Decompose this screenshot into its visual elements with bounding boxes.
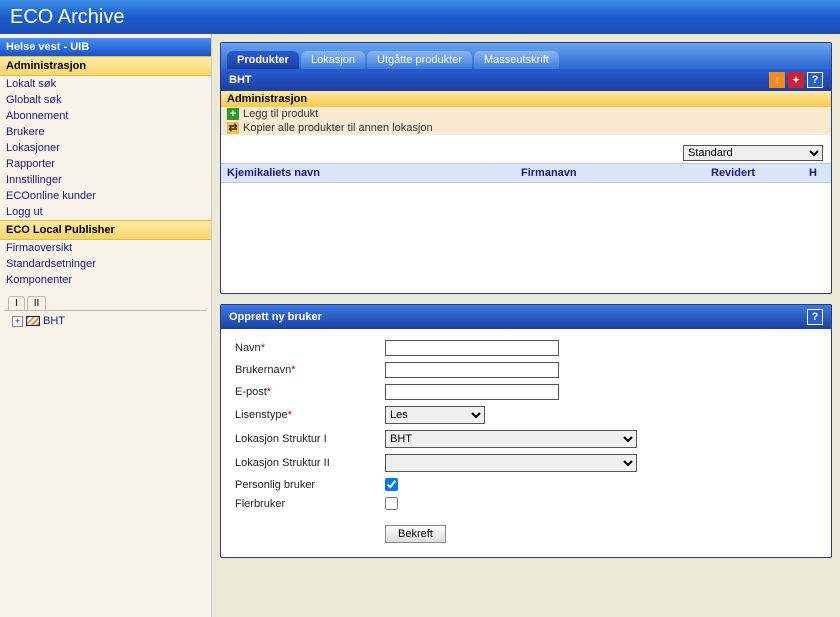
required-mark: * <box>288 409 292 421</box>
sidebar-item[interactable]: Komponenter <box>0 272 211 288</box>
sidebar-item[interactable]: Standardsetninger <box>0 256 211 272</box>
required-mark: * <box>261 342 265 354</box>
personlig-checkbox[interactable] <box>385 478 398 491</box>
app-title: ECO Archive <box>10 6 124 29</box>
help-icon[interactable]: ? <box>807 309 823 325</box>
label-navn: Navn <box>235 342 261 354</box>
tab-lokasjon[interactable]: Lokasjon <box>301 51 365 69</box>
tree-node-label: BHT <box>43 315 65 327</box>
sidebar-section-admin: Administrasjon <box>0 56 211 76</box>
sidebar-item[interactable]: Globalt søk <box>0 92 211 108</box>
create-user-panel: Opprett ny bruker ? Navn* Brukernavn* E-… <box>220 304 832 558</box>
sidebar-item[interactable]: Lokalt søk <box>0 76 211 92</box>
sidebar-item[interactable]: Rapporter <box>0 156 211 172</box>
tab-masseutskrift[interactable]: Masseutskrift <box>474 51 559 69</box>
sidebar-item[interactable]: Innstillinger <box>0 172 211 188</box>
lisenstype-select[interactable]: Les <box>385 406 485 424</box>
col-firm[interactable]: Firmanavn <box>521 167 711 179</box>
title-bar: ECO Archive <box>0 0 840 34</box>
brukernavn-field[interactable] <box>385 362 559 378</box>
sidebar-header: Helse vest - UIB <box>0 38 211 56</box>
grid-body <box>221 183 831 293</box>
label-struktur2: Lokasjon Struktur II <box>235 457 330 469</box>
action-copy-products[interactable]: ⇄ Kopier alle produkter til annen lokasj… <box>221 121 831 135</box>
tab-produkter[interactable]: Produkter <box>227 51 299 69</box>
pdf-icon[interactable]: ✦ <box>788 72 804 88</box>
form-title-bar: Opprett ny bruker ? <box>221 305 831 329</box>
tree-tab-2[interactable]: II <box>27 296 47 310</box>
col-h[interactable]: H <box>801 167 825 179</box>
products-panel: Produkter Lokasjon Utgåtte produkter Mas… <box>220 42 832 294</box>
navn-field[interactable] <box>385 340 559 356</box>
epost-field[interactable] <box>385 384 559 400</box>
tree-node[interactable]: + BHT <box>4 315 207 327</box>
admin-bar: Administrasjon <box>221 91 831 107</box>
label-lisenstype: Lisenstype <box>235 409 288 421</box>
flerbruker-checkbox[interactable] <box>385 497 398 510</box>
label-flerbruker: Flerbruker <box>235 498 285 510</box>
col-name[interactable]: Kjemikaliets navn <box>227 167 521 179</box>
sidebar-item[interactable]: Firmaoversikt <box>0 240 211 256</box>
panel-subtitle: BHT ↓ ✦ ? <box>221 69 831 91</box>
required-mark: * <box>267 386 271 398</box>
location-icon <box>26 316 40 326</box>
location-title: BHT <box>229 74 252 86</box>
struktur2-select[interactable] <box>385 454 637 472</box>
label-struktur1: Lokasjon Struktur I <box>235 433 327 445</box>
sidebar-section-publisher: ECO Local Publisher <box>0 220 211 240</box>
copy-icon: ⇄ <box>227 122 239 134</box>
label-personlig: Personlig bruker <box>235 479 315 491</box>
sidebar-item[interactable]: Abonnement <box>0 108 211 124</box>
sidebar-item[interactable]: Logg ut <box>0 204 211 220</box>
help-icon[interactable]: ? <box>807 72 823 88</box>
sidebar-item[interactable]: Brukere <box>0 124 211 140</box>
action-copy-label: Kopier alle produkter til annen lokasjon <box>243 122 433 134</box>
tab-utgatte[interactable]: Utgåtte produkter <box>367 51 472 69</box>
col-rev[interactable]: Revidert <box>711 167 801 179</box>
action-add-product[interactable]: + Legg til produkt <box>221 107 831 121</box>
struktur1-select[interactable]: BHT <box>385 430 637 448</box>
tabs-row: Produkter Lokasjon Utgåtte produkter Mas… <box>221 43 831 69</box>
expand-icon[interactable]: + <box>12 316 23 327</box>
label-brukernavn: Brukernavn <box>235 364 291 376</box>
tree-area: I II + BHT <box>0 294 211 329</box>
form-title: Opprett ny bruker <box>229 311 322 323</box>
action-add-label: Legg til produkt <box>243 108 318 120</box>
sidebar-item[interactable]: ECOonline kunder <box>0 188 211 204</box>
view-filter-select[interactable]: Standard <box>683 145 823 161</box>
sidebar: Helse vest - UIB Administrasjon Lokalt s… <box>0 34 212 617</box>
plus-icon: + <box>227 108 239 120</box>
label-epost: E-post <box>235 386 267 398</box>
download-icon[interactable]: ↓ <box>769 72 785 88</box>
sidebar-item[interactable]: Lokasjoner <box>0 140 211 156</box>
grid-header: Kjemikaliets navn Firmanavn Revidert H <box>221 163 831 183</box>
tree-tab-1[interactable]: I <box>8 296 25 310</box>
required-mark: * <box>291 364 295 376</box>
bekreft-button[interactable]: Bekreft <box>385 525 446 543</box>
